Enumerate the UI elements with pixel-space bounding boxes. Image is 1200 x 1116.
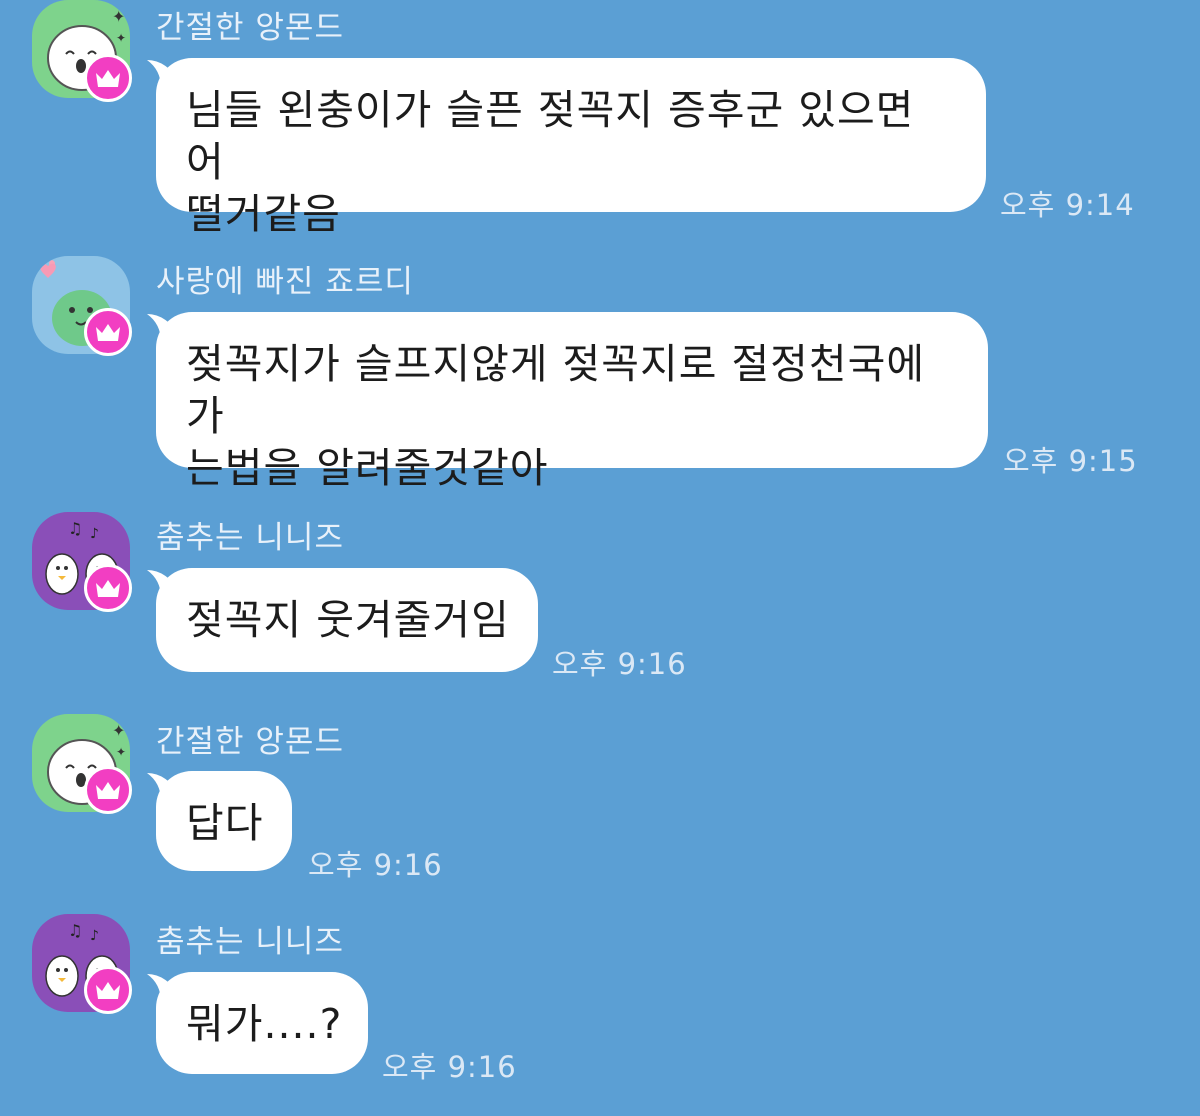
crown-icon [84, 54, 132, 102]
crown-icon [84, 564, 132, 612]
svg-text:✦: ✦ [116, 745, 126, 759]
message-time: 오후 9:16 [308, 848, 443, 882]
message-bubble[interactable]: 뭐가....? [156, 972, 368, 1074]
message-bubble[interactable]: 님들 왼충이가 슬픈 젖꼭지 증후군 있으면 어 떨거같음 [156, 58, 986, 238]
crown-icon [84, 308, 132, 356]
svg-text:✦: ✦ [116, 31, 126, 45]
sender-name: 간절한 앙몬드 [156, 10, 344, 46]
chat-room: ✦ ✦ 간절한 앙몬드 님들 왼충이가 슬픈 젖꼭지 증후군 있으면 어 떨거같… [0, 0, 1200, 1116]
message-bubble[interactable]: 젖꼭지 웃겨줄거임 [156, 568, 538, 672]
svg-text:✦: ✦ [112, 7, 125, 26]
crown-icon [84, 966, 132, 1014]
message-time: 오후 9:15 [1003, 444, 1138, 478]
sender-name: 사랑에 빠진 죠르디 [156, 264, 414, 300]
message-bubble[interactable]: 젖꼭지가 슬프지않게 젖꼭지로 절정천국에가 는법을 알려줄것같아 [156, 312, 988, 492]
svg-text:♫: ♫ [68, 921, 82, 940]
svg-text:♫: ♫ [68, 519, 82, 538]
svg-text:♪: ♪ [90, 928, 99, 944]
sender-name: 춤추는 니니즈 [156, 924, 344, 960]
message-time: 오후 9:16 [382, 1050, 517, 1084]
message-time: 오후 9:14 [1000, 188, 1135, 222]
message-bubble[interactable]: 답다 [156, 771, 292, 871]
crown-icon [84, 766, 132, 814]
sender-name: 춤추는 니니즈 [156, 520, 344, 556]
message-time: 오후 9:16 [552, 647, 687, 681]
svg-text:✦: ✦ [112, 721, 125, 740]
sender-name: 간절한 앙몬드 [156, 724, 344, 760]
svg-text:♪: ♪ [90, 526, 99, 542]
